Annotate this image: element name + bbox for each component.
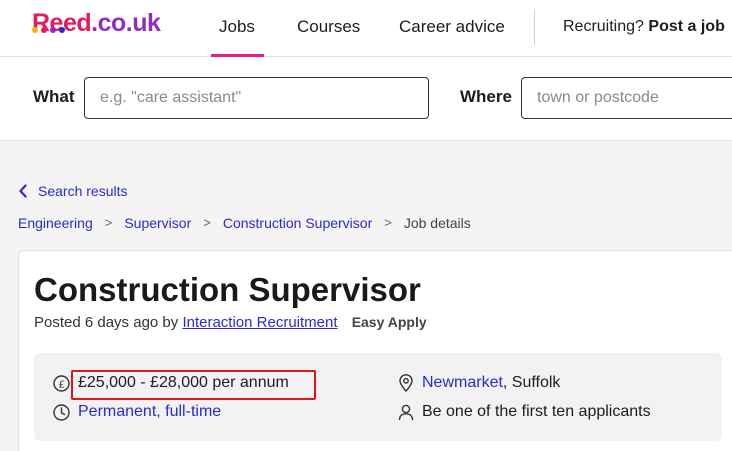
salary-highlight-box bbox=[71, 370, 316, 400]
nav-divider bbox=[534, 9, 535, 45]
what-input[interactable] bbox=[84, 77, 429, 119]
posted-prefix: Posted 6 days ago by bbox=[34, 314, 179, 331]
chevron-right-icon: > bbox=[104, 215, 113, 230]
applicants-text: Be one of the first ten applicants bbox=[422, 403, 651, 420]
back-to-search-results[interactable]: Search results bbox=[18, 183, 127, 199]
logo-dot bbox=[41, 27, 47, 33]
recruiting-link[interactable]: Recruiting? Post a job bbox=[563, 17, 725, 37]
logo-dot bbox=[50, 27, 56, 33]
what-label: What bbox=[33, 87, 75, 106]
logo-dot bbox=[59, 27, 65, 33]
company-link[interactable]: Interaction Recruitment bbox=[182, 314, 337, 331]
where-input[interactable] bbox=[521, 77, 732, 119]
where-label: Where bbox=[460, 87, 512, 106]
chevron-right-icon: > bbox=[384, 215, 392, 230]
job-details-panel: £ £25,000 - £28,000 per annum Permanent,… bbox=[34, 353, 722, 441]
location: Newmarket, Suffolk bbox=[398, 374, 560, 392]
nav-courses[interactable]: Courses bbox=[297, 17, 360, 37]
breadcrumb-construction-supervisor[interactable]: Construction Supervisor bbox=[223, 215, 372, 231]
logo-dots bbox=[32, 27, 65, 33]
post-a-job-link[interactable]: Post a job bbox=[648, 18, 724, 35]
person-icon bbox=[398, 404, 414, 420]
clock-icon bbox=[53, 403, 70, 421]
job-title: Construction Supervisor bbox=[34, 271, 421, 308]
job-type-link[interactable]: Permanent, full-time bbox=[78, 403, 221, 421]
job-type: Permanent, full-time bbox=[53, 403, 221, 421]
nav-career-advice[interactable]: Career advice bbox=[399, 17, 505, 37]
job-card: Construction Supervisor Posted 6 days ag… bbox=[18, 250, 732, 451]
location-region: , Suffolk bbox=[502, 374, 561, 391]
nav-jobs[interactable]: Jobs bbox=[219, 17, 255, 37]
site-header: Reed.co.uk Jobs Courses Career advice Re… bbox=[0, 0, 732, 57]
breadcrumb-current: Job details bbox=[403, 215, 471, 231]
chevron-left-icon bbox=[19, 184, 27, 198]
applicants-info: Be one of the first ten applicants bbox=[398, 403, 651, 421]
svg-text:£: £ bbox=[58, 379, 64, 390]
map-pin-icon bbox=[399, 374, 413, 392]
breadcrumb-engineering[interactable]: Engineering bbox=[18, 215, 93, 231]
back-link-label: Search results bbox=[38, 183, 128, 199]
breadcrumb: Engineering > Supervisor > Construction … bbox=[18, 215, 471, 231]
chevron-right-icon: > bbox=[203, 215, 211, 230]
posted-info: Posted 6 days ago by Interaction Recruit… bbox=[34, 313, 427, 332]
recruiting-prefix: Recruiting? bbox=[563, 18, 644, 35]
logo-dot bbox=[32, 27, 38, 33]
search-bar: What Where bbox=[0, 57, 732, 141]
breadcrumb-supervisor[interactable]: Supervisor bbox=[124, 215, 191, 231]
location-link[interactable]: Newmarket bbox=[422, 374, 503, 392]
logo-tld: .co.uk bbox=[91, 9, 161, 37]
easy-apply-badge: Easy Apply bbox=[351, 314, 427, 330]
pound-coin-icon: £ bbox=[53, 374, 70, 392]
